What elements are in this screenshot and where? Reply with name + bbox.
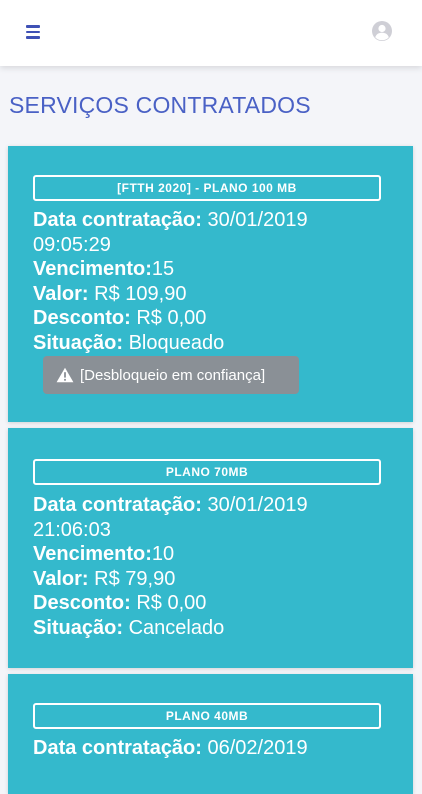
status-value: Bloqueado <box>128 331 225 354</box>
service-details: Data contratação: 06/02/2019 <box>33 736 393 761</box>
plan-name-button[interactable]: PLANO 70MB <box>33 459 381 485</box>
discount-label: Desconto: <box>33 592 131 614</box>
due-day-value: 10 <box>151 543 175 565</box>
service-details: Data contratação: 30/01/2019 09:05:29 Ve… <box>33 208 393 355</box>
due-day-value: 15 <box>151 258 175 280</box>
discount-row: Desconto: R$ 0,00 <box>33 591 393 616</box>
price-label: Valor: <box>33 567 89 590</box>
status-row: Situação: Bloqueado <box>33 331 393 356</box>
hamburger-menu-icon[interactable] <box>26 22 46 42</box>
contract-date-label: Data contratação: <box>33 209 202 231</box>
service-details: Data contratação: 30/01/2019 21:06:03 Ve… <box>33 493 393 640</box>
due-day-row: Vencimento:10 <box>33 542 393 567</box>
contract-date-value: 30/01/2019 <box>207 209 308 231</box>
due-day-row: Vencimento:15 <box>33 257 393 282</box>
contract-time-value: 09:05:29 <box>33 233 111 256</box>
price-value: R$ 79,90 <box>94 567 176 590</box>
status-label: Situação: <box>33 616 124 639</box>
price-row: Valor: R$ 109,90 <box>33 282 393 307</box>
trust-unlock-button[interactable]: [Desbloqueio em confiança] <box>43 356 299 394</box>
page-title: SERVIÇOS CONTRATADOS <box>9 92 311 118</box>
user-avatar-icon[interactable] <box>371 20 393 42</box>
contract-date-label: Data contratação: <box>33 494 202 516</box>
contract-date-value: 30/01/2019 <box>207 494 308 516</box>
service-card: PLANO 40MB Data contratação: 06/02/2019 <box>8 674 413 794</box>
price-label: Valor: <box>33 282 89 305</box>
price-value: R$ 109,90 <box>94 282 187 305</box>
trust-unlock-label: [Desbloqueio em confiança] <box>80 366 266 384</box>
service-card: [FTTH 2020] - PLANO 100 MB Data contrata… <box>8 146 413 422</box>
top-app-bar <box>0 0 422 66</box>
warning-icon <box>56 367 74 383</box>
contract-date-value: 06/02/2019 <box>207 737 308 759</box>
contract-date-row: Data contratação: 30/01/2019 <box>33 493 393 518</box>
status-row: Situação: Cancelado <box>33 616 393 641</box>
status-value: Cancelado <box>128 616 225 639</box>
discount-label: Desconto: <box>33 307 131 329</box>
due-day-label: Vencimento: <box>33 258 152 280</box>
contract-date-row: Data contratação: 30/01/2019 <box>33 208 393 233</box>
service-card: PLANO 70MB Data contratação: 30/01/2019 … <box>8 428 413 668</box>
status-label: Situação: <box>33 331 124 354</box>
contract-date-row: Data contratação: 06/02/2019 <box>33 736 393 761</box>
plan-name-button[interactable]: PLANO 40MB <box>33 703 381 729</box>
discount-value: R$ 0,00 <box>136 592 207 614</box>
plan-name-button[interactable]: [FTTH 2020] - PLANO 100 MB <box>33 175 381 201</box>
due-day-label: Vencimento: <box>33 543 152 565</box>
price-row: Valor: R$ 79,90 <box>33 567 393 592</box>
discount-row: Desconto: R$ 0,00 <box>33 306 393 331</box>
contract-time-value: 21:06:03 <box>33 518 111 541</box>
discount-value: R$ 0,00 <box>136 307 207 329</box>
contract-date-label: Data contratação: <box>33 737 202 759</box>
